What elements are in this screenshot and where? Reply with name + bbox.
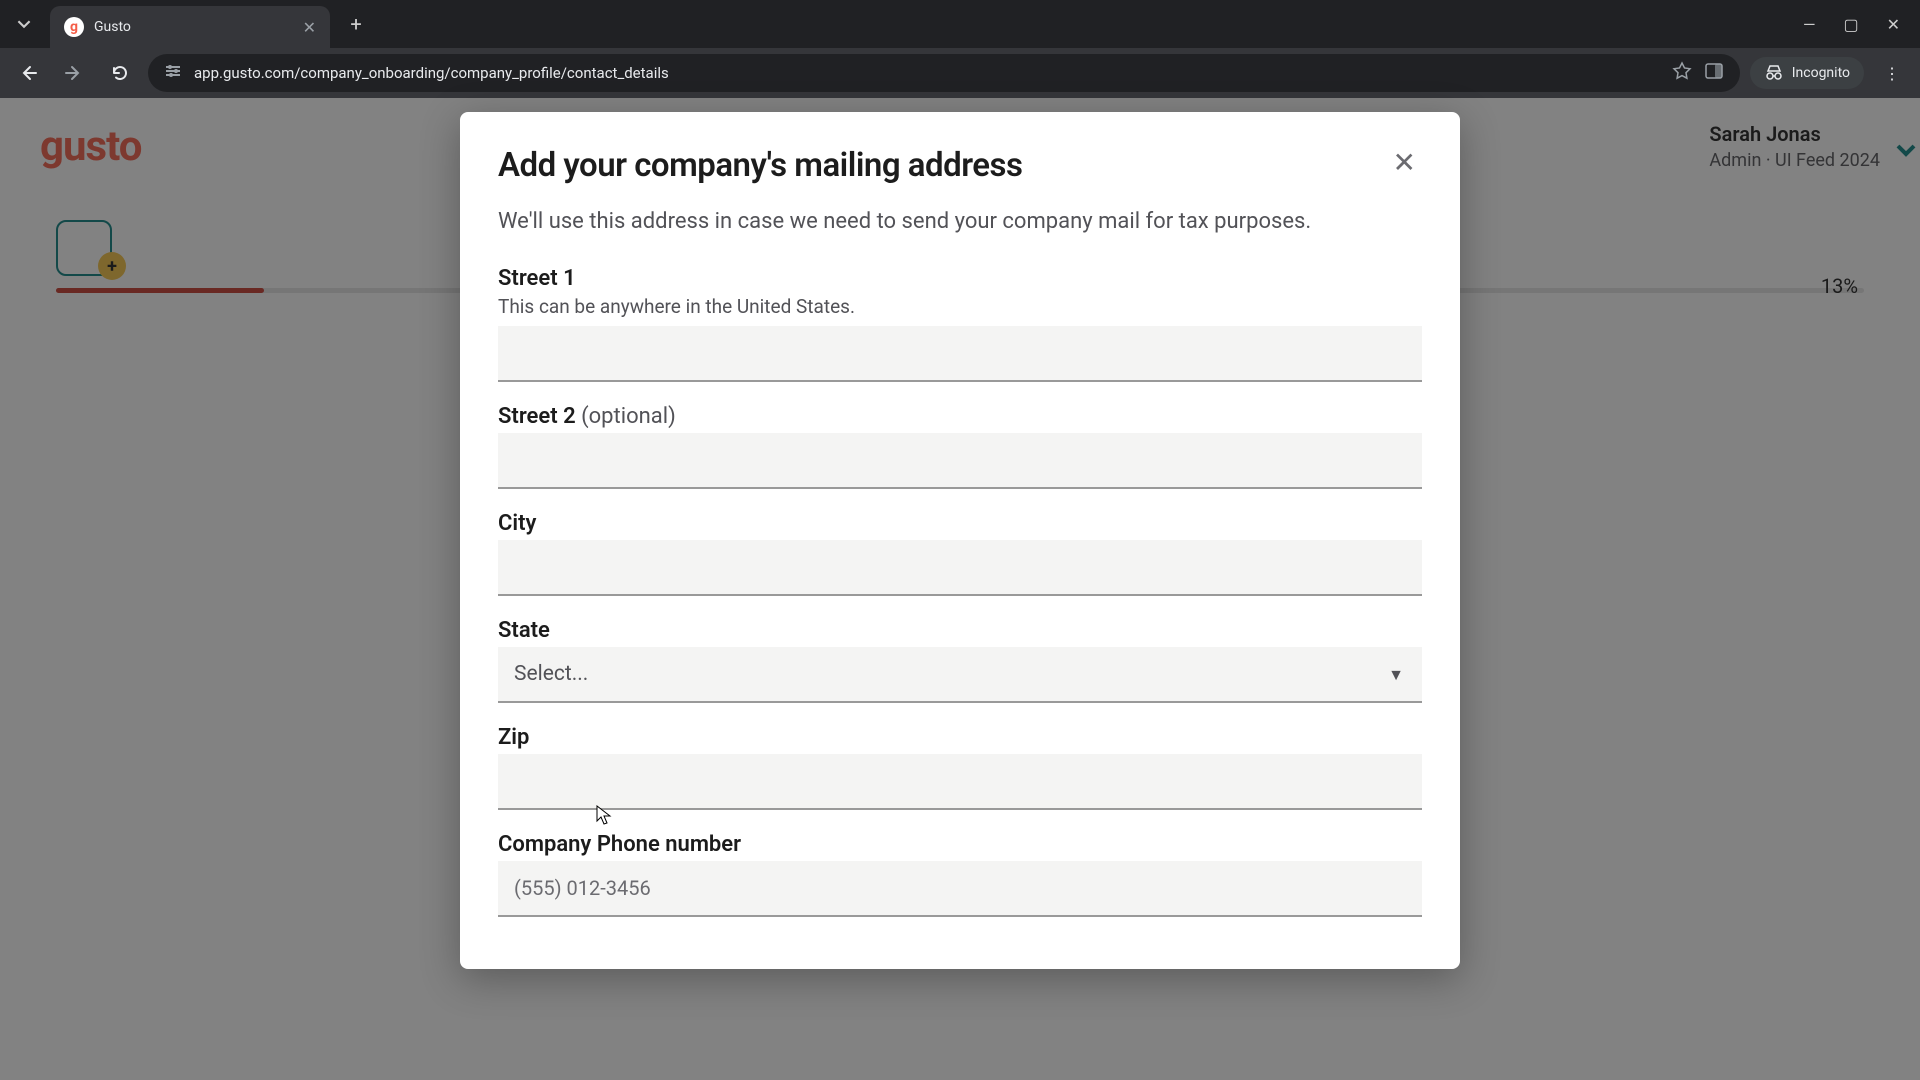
zip-label: Zip xyxy=(498,725,1422,750)
incognito-indicator[interactable]: Incognito xyxy=(1750,57,1864,89)
street2-label: Street 2 (optional) xyxy=(498,404,1422,429)
field-phone: Company Phone number xyxy=(498,832,1422,917)
modal-body[interactable]: We'll use this address in case we need t… xyxy=(460,205,1460,969)
tab-favicon: g xyxy=(64,17,84,37)
window-minimize-icon[interactable]: ― xyxy=(1803,15,1816,34)
modal-description: We'll use this address in case we need t… xyxy=(498,205,1358,238)
side-panel-icon[interactable] xyxy=(1704,61,1724,85)
field-street2: Street 2 (optional) xyxy=(498,404,1422,489)
mailing-address-modal: Add your company's mailing address ✕ We'… xyxy=(460,112,1460,969)
browser-menu-button[interactable]: ⋮ xyxy=(1874,55,1910,91)
incognito-icon xyxy=(1764,63,1784,83)
back-button[interactable] xyxy=(10,55,46,91)
modal-title: Add your company's mailing address xyxy=(498,146,1387,185)
chevron-down-icon xyxy=(17,17,31,31)
phone-label: Company Phone number xyxy=(498,832,1422,857)
optional-tag: (optional) xyxy=(581,404,676,429)
street1-input[interactable] xyxy=(498,326,1422,382)
bookmark-star-icon[interactable] xyxy=(1672,61,1692,85)
new-tab-button[interactable]: + xyxy=(338,6,374,42)
city-label: City xyxy=(498,511,1422,536)
browser-tab-strip: g Gusto ✕ + ― ▢ ✕ xyxy=(0,0,1920,48)
city-input[interactable] xyxy=(498,540,1422,596)
tab-close-icon[interactable]: ✕ xyxy=(303,18,316,37)
zip-input[interactable] xyxy=(498,754,1422,810)
browser-tab[interactable]: g Gusto ✕ xyxy=(50,6,330,48)
address-bar[interactable]: app.gusto.com/company_onboarding/company… xyxy=(148,54,1740,92)
arrow-left-icon xyxy=(18,63,38,83)
reload-button[interactable] xyxy=(102,55,138,91)
tab-title: Gusto xyxy=(94,19,293,35)
window-maximize-icon[interactable]: ▢ xyxy=(1843,15,1858,34)
street1-help: This can be anywhere in the United State… xyxy=(498,295,1422,318)
street1-label: Street 1 xyxy=(498,266,1422,291)
field-street1: Street 1 This can be anywhere in the Uni… xyxy=(498,266,1422,382)
state-label: State xyxy=(498,618,1422,643)
browser-toolbar: app.gusto.com/company_onboarding/company… xyxy=(0,48,1920,98)
field-zip: Zip xyxy=(498,725,1422,810)
modal-close-button[interactable]: ✕ xyxy=(1387,146,1422,179)
window-close-icon[interactable]: ✕ xyxy=(1887,15,1900,34)
forward-button xyxy=(56,55,92,91)
tab-search-dropdown[interactable] xyxy=(0,0,48,48)
phone-input[interactable] xyxy=(498,861,1422,917)
arrow-right-icon xyxy=(64,63,84,83)
street2-input[interactable] xyxy=(498,433,1422,489)
incognito-label: Incognito xyxy=(1792,65,1850,81)
field-city: City xyxy=(498,511,1422,596)
field-state: State Select... ▼ xyxy=(498,618,1422,703)
url-text: app.gusto.com/company_onboarding/company… xyxy=(194,64,1660,82)
reload-icon xyxy=(110,63,130,83)
state-select[interactable]: Select... xyxy=(498,647,1422,703)
site-settings-icon[interactable] xyxy=(164,62,182,84)
